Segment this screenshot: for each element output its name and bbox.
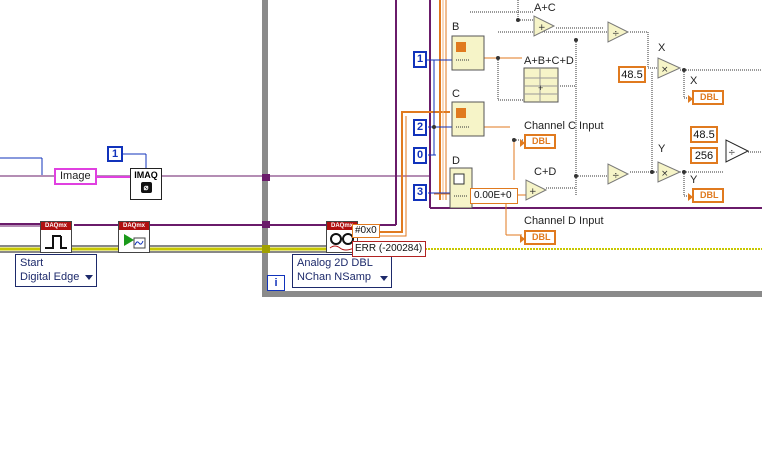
- dbl-text: DBL: [532, 232, 551, 242]
- y-indicator-label: Y: [690, 174, 698, 186]
- channel-d-dbl-indicator[interactable]: DBL: [520, 230, 556, 245]
- loop-iteration-terminal[interactable]: i: [267, 275, 285, 291]
- dbl-text: DBL: [700, 92, 719, 102]
- play-icon: [124, 234, 146, 249]
- channel-c-dbl-indicator[interactable]: DBL: [520, 134, 556, 149]
- camera-icon: ⌀: [140, 182, 152, 193]
- index-constant-0[interactable]: 0: [413, 147, 427, 164]
- read-line1: Analog 2D DBL: [297, 257, 373, 269]
- svg-text:÷: ÷: [612, 171, 620, 181]
- dbl-text: DBL: [532, 136, 551, 146]
- chevron-down-icon: [85, 275, 93, 280]
- index-constant-2[interactable]: 2: [413, 119, 427, 136]
- task-wire: [0, 0, 430, 227]
- compound-add-node: +: [523, 67, 559, 103]
- y-label: Y: [658, 143, 666, 155]
- read-line2: NChan NSamp: [297, 271, 371, 283]
- trigger-line1: Start: [20, 257, 44, 269]
- x-indicator-label: X: [690, 75, 698, 87]
- imaq-label: IMAQ: [134, 170, 158, 180]
- svg-text:×: ×: [661, 65, 669, 75]
- channel-d-label: D: [452, 155, 460, 167]
- constant-48-5-a[interactable]: 48.5: [618, 66, 646, 83]
- dbl-text: DBL: [700, 190, 719, 200]
- svg-text:+: +: [538, 23, 546, 33]
- channel-d-input-label: Channel D Input: [524, 215, 604, 227]
- channel-c-input-label: Channel C Input: [524, 120, 604, 132]
- error-code-label: ERR (-200284): [352, 241, 426, 257]
- trigger-line2: Digital Edge: [20, 271, 80, 283]
- constant-48-5-b[interactable]: 48.5: [690, 126, 718, 143]
- read-type-selector[interactable]: Analog 2D DBL NChan NSamp: [292, 254, 392, 288]
- index-constant-1[interactable]: 1: [413, 51, 427, 68]
- status-code-indicator: #0x0: [352, 224, 380, 238]
- channel-c-label: C: [452, 88, 460, 100]
- dbl-array-wires: [356, 0, 450, 237]
- constant-256[interactable]: 256: [690, 147, 718, 164]
- daqmx-start-task-node[interactable]: DAQmx: [118, 221, 150, 253]
- svg-text:×: ×: [661, 169, 669, 179]
- zero-numeric-display: 0.00E+0: [470, 188, 518, 204]
- imaq-create-node[interactable]: IMAQ ⌀: [130, 168, 162, 200]
- svg-text:+: +: [538, 83, 543, 93]
- a-plus-c-label: A+C: [534, 2, 556, 14]
- index-constant-3[interactable]: 3: [413, 184, 427, 201]
- daqmx-header: DAQmx: [41, 222, 71, 230]
- trigger-type-selector[interactable]: Start Digital Edge: [15, 254, 97, 287]
- svg-text:+: +: [529, 187, 537, 197]
- y-dbl-indicator[interactable]: DBL: [688, 188, 724, 203]
- daqmx-header: DAQmx: [119, 222, 149, 230]
- index-array-nodes: [449, 35, 485, 209]
- channel-b-label: B: [452, 21, 460, 33]
- chevron-down-icon: [380, 276, 388, 281]
- x-dbl-indicator[interactable]: DBL: [688, 90, 724, 105]
- image-name-string-constant[interactable]: Image: [54, 168, 97, 185]
- svg-text:÷: ÷: [612, 29, 620, 39]
- svg-text:÷: ÷: [728, 148, 736, 158]
- block-diagram-canvas: + ÷ × + ÷ × ÷ +: [0, 0, 762, 297]
- digital-edge-icon: [45, 235, 67, 249]
- sum-abcd-label: A+B+C+D: [524, 55, 574, 67]
- x-label: X: [658, 42, 666, 54]
- imaq-index-constant[interactable]: 1: [107, 146, 123, 162]
- daqmx-trigger-node[interactable]: DAQmx: [40, 221, 72, 253]
- c-plus-d-label: C+D: [534, 166, 557, 178]
